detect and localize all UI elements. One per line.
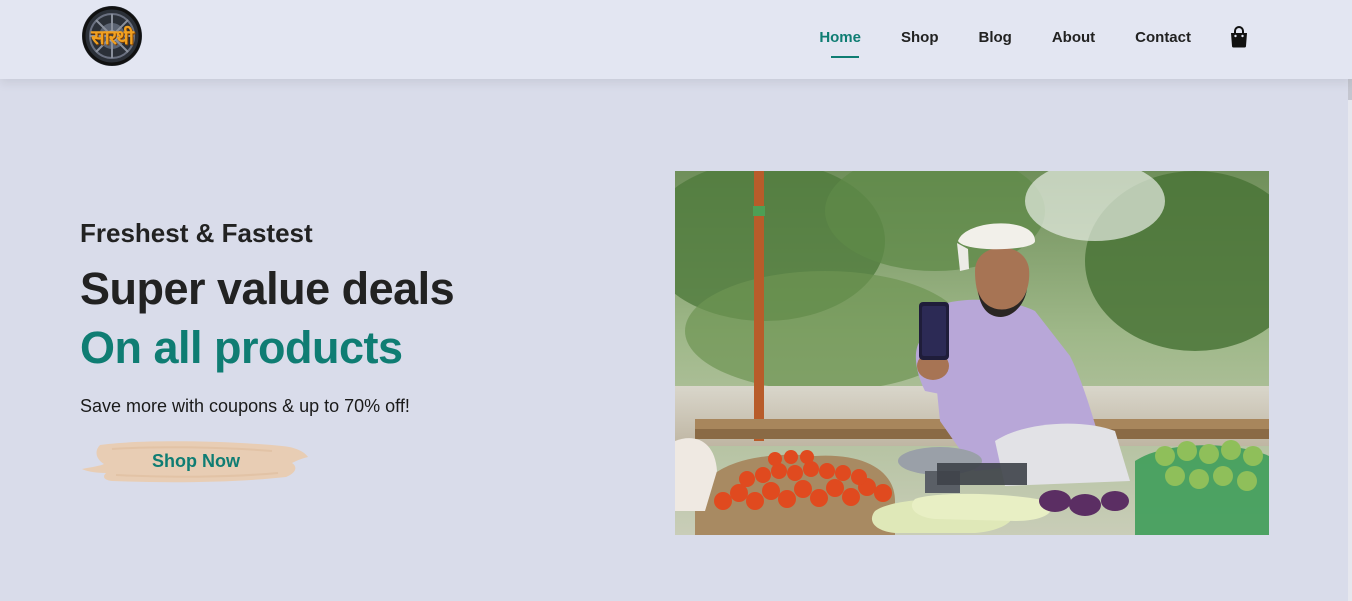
site-header: सारथी Home Shop Blog About Contact (0, 0, 1352, 79)
hero-subheadline: On all products (80, 322, 403, 373)
nav-home[interactable]: Home (819, 29, 861, 58)
page-scrollbar[interactable] (1348, 0, 1352, 601)
nav-contact[interactable]: Contact (1135, 29, 1191, 46)
nav-shop[interactable]: Shop (901, 29, 939, 46)
logo-text: सारथी (91, 24, 134, 49)
logo[interactable]: सारथी (82, 6, 142, 66)
hero-image (675, 171, 1269, 535)
shop-now-button[interactable]: Shop Now (82, 437, 310, 485)
hero-tagline: Save more with coupons & up to 70% off! (80, 396, 410, 416)
hero-eyebrow: Freshest & Fastest (80, 218, 313, 248)
main-nav: Home Shop Blog About Contact (779, 26, 1249, 58)
nav-about[interactable]: About (1052, 29, 1095, 46)
shopping-bag-icon[interactable] (1229, 26, 1249, 48)
shop-now-label: Shop Now (152, 451, 240, 471)
hero-headline: Super value deals (80, 263, 455, 314)
nav-blog[interactable]: Blog (979, 29, 1012, 46)
vendor-photo (675, 171, 1269, 535)
